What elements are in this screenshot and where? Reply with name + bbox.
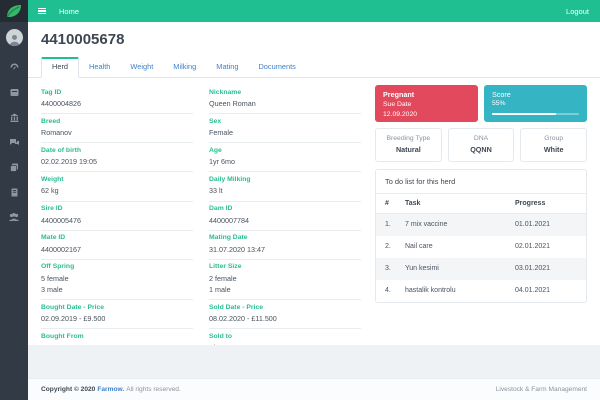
- dna-card: DNA QQNN: [448, 128, 515, 162]
- dashboard-icon[interactable]: [0, 55, 28, 80]
- field-mate-id: Mate ID 4400002167: [41, 231, 193, 260]
- footer: Copyright © 2020 Farmow. All rights rese…: [28, 378, 600, 400]
- todo-num: 1.: [385, 221, 405, 228]
- users-icon[interactable]: [0, 205, 28, 230]
- footer-tagline: Livestock & Farm Management: [496, 386, 587, 393]
- detail-row: Mate ID 4400002167 Mating Date 31.07.202…: [41, 231, 361, 260]
- score-progress-track: [492, 113, 579, 115]
- field-sex: Sex Female: [209, 114, 361, 143]
- field-bought-date-price: Bought Date - Price 02.09.2019 - £9.500: [41, 300, 193, 329]
- todo-card: To do list for this herd # Task Progress…: [375, 169, 587, 303]
- detail-row: Off Spring 5 female 3 male Litter Size 2…: [41, 260, 361, 300]
- field-sire-id: Sire ID 4400005476: [41, 202, 193, 231]
- details-section: Tag ID 4400004826 Nickname Queen Roman B…: [41, 85, 361, 345]
- field-bought-from: Bought From Harper Farm: [41, 329, 193, 345]
- right-panel: Pregnant Sue Date 12.09.2020 Score 55%: [375, 85, 587, 345]
- leaf-icon: [6, 4, 22, 18]
- rights-text: All rights reserved.: [126, 386, 181, 393]
- topbar: Home Logout: [28, 0, 600, 22]
- field-off-spring: Off Spring 5 female 3 male: [41, 260, 193, 300]
- field-litter-size: Litter Size 2 female 1 male: [209, 260, 361, 300]
- breeding-type-card: Breeding Type Natural: [375, 128, 442, 162]
- tab-bar: Herd Health Weight Milking Mating Docume…: [28, 56, 600, 78]
- todo-progress: 04.01.2021: [515, 287, 577, 294]
- pregnant-status-card: Pregnant Sue Date 12.09.2020: [375, 85, 478, 122]
- todo-num: 2.: [385, 243, 405, 250]
- content-card: 4410005678 Herd Health Weight Milking Ma…: [28, 22, 600, 345]
- todo-progress: 01.01.2021: [515, 221, 577, 228]
- brand-link[interactable]: Farmow.: [97, 386, 124, 393]
- field-date-of-birth: Date of birth 02.02.2019 19:05: [41, 143, 193, 172]
- main-area: 4410005678 Herd Health Weight Milking Ma…: [28, 22, 600, 400]
- avatar[interactable]: [6, 29, 23, 46]
- leaf-logo[interactable]: [0, 0, 28, 22]
- page-title: 4410005678: [28, 22, 600, 56]
- hamburger-menu-icon[interactable]: [38, 8, 46, 15]
- todo-num: 4.: [385, 287, 405, 294]
- detail-row: Bought Date - Price 02.09.2019 - £9.500 …: [41, 300, 361, 329]
- detail-row: Bought From Harper Farm Sold to Blue Oce…: [41, 329, 361, 345]
- detail-row: Tag ID 4400004826 Nickname Queen Roman: [41, 85, 361, 114]
- detail-row: Date of birth 02.02.2019 19:05 Age 1yr 6…: [41, 143, 361, 172]
- todo-progress: 03.01.2021: [515, 265, 577, 272]
- field-breed: Breed Romanov: [41, 114, 193, 143]
- field-tag-id: Tag ID 4400004826: [41, 85, 193, 114]
- copyright-text: Copyright © 2020: [41, 386, 95, 393]
- field-weight: Weight 62 kg: [41, 172, 193, 201]
- todo-title: To do list for this herd: [376, 170, 586, 194]
- todo-task: Yun kesimi: [405, 265, 515, 272]
- todo-row: 2. Nail care 02.01.2021: [376, 236, 586, 258]
- todo-task: 7 mix vaccine: [405, 221, 515, 228]
- logout-link[interactable]: Logout: [566, 7, 589, 16]
- sidebar: [0, 0, 28, 400]
- field-mating-date: Mating Date 31.07.2020 13:47: [209, 231, 361, 260]
- todo-row: 3. Yun kesimi 03.01.2021: [376, 258, 586, 280]
- person-icon: [8, 33, 21, 46]
- box-icon[interactable]: [0, 80, 28, 105]
- todo-row: 4. hastalik kontrolu 04.01.2021: [376, 280, 586, 302]
- tab-milking[interactable]: Milking: [163, 57, 206, 78]
- documents-icon[interactable]: [0, 180, 28, 205]
- score-card: Score 55%: [484, 85, 587, 122]
- detail-row: Sire ID 4400005476 Dam ID 4400007784: [41, 202, 361, 231]
- tab-mating[interactable]: Mating: [206, 57, 248, 78]
- score-progress-fill: [492, 113, 556, 115]
- home-link[interactable]: Home: [59, 7, 79, 16]
- todo-header-row: # Task Progress: [376, 194, 586, 214]
- detail-row: Breed Romanov Sex Female: [41, 114, 361, 143]
- chat-icon[interactable]: [0, 130, 28, 155]
- todo-num: 3.: [385, 265, 405, 272]
- field-age: Age 1yr 6mo: [209, 143, 361, 172]
- tab-documents[interactable]: Documents: [248, 57, 305, 78]
- tab-weight[interactable]: Weight: [120, 57, 163, 78]
- tab-health[interactable]: Health: [79, 57, 120, 78]
- todo-task: hastalik kontrolu: [405, 287, 515, 294]
- todo-task: Nail care: [405, 243, 515, 250]
- field-nickname: Nickname Queen Roman: [209, 85, 361, 114]
- bank-icon[interactable]: [0, 105, 28, 130]
- group-card: Group White: [520, 128, 587, 162]
- copy-icon[interactable]: [0, 155, 28, 180]
- todo-progress: 02.01.2021: [515, 243, 577, 250]
- field-dam-id: Dam ID 4400007784: [209, 202, 361, 231]
- todo-row: 1. 7 mix vaccine 01.01.2021: [376, 214, 586, 236]
- field-daily-milking: Daily Milking 33 lt: [209, 172, 361, 201]
- tab-herd[interactable]: Herd: [41, 57, 79, 78]
- app-window: Home Logout 4410005678 Herd Health Weigh…: [0, 0, 600, 400]
- detail-row: Weight 62 kg Daily Milking 33 lt: [41, 172, 361, 201]
- field-sold-date-price: Sold Date - Price 08.02.2020 - £11.500: [209, 300, 361, 329]
- field-sold-to: Sold to Blue Ocean Farm: [209, 329, 361, 345]
